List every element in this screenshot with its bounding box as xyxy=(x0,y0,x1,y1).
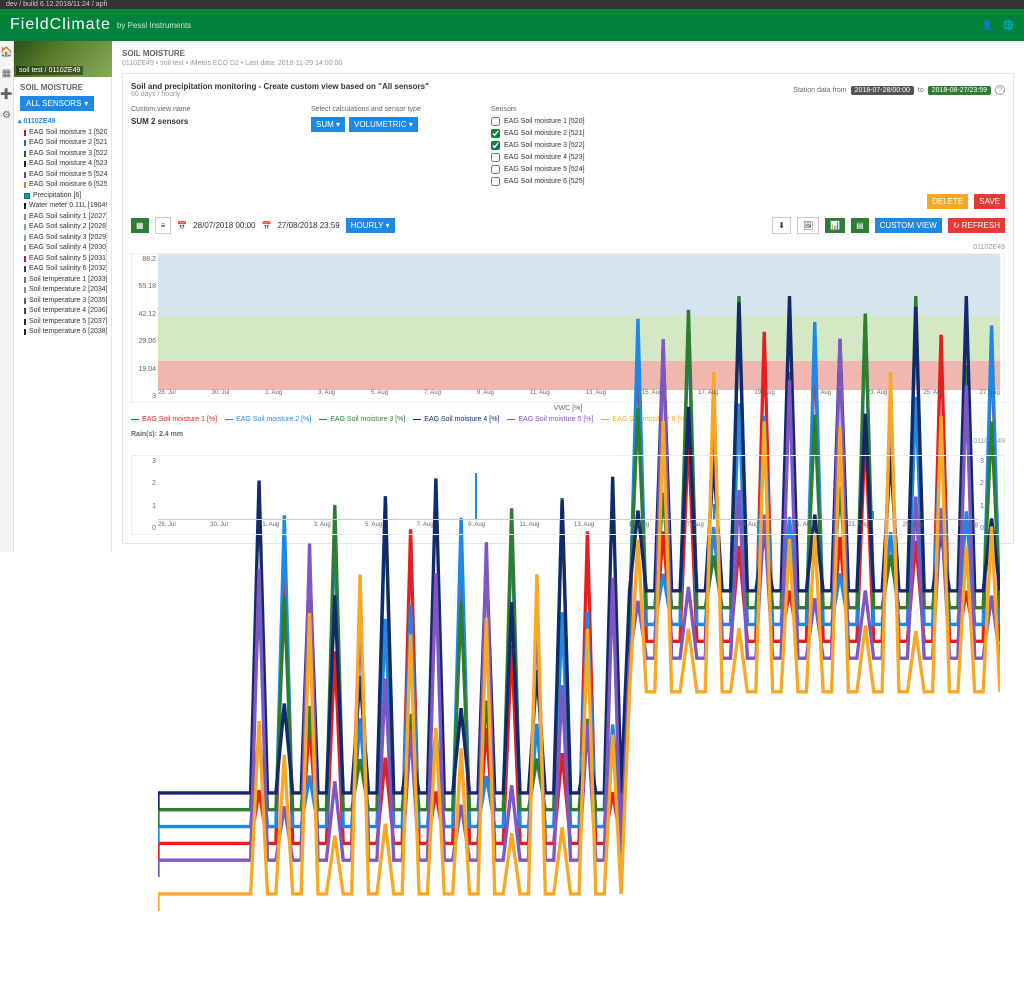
date-to[interactable]: 27/08/2018 23:59 xyxy=(277,221,339,230)
add-icon[interactable]: ➕ xyxy=(0,89,12,100)
date-from-badge[interactable]: 2018-07-28/00:00 xyxy=(851,86,914,95)
tree-item[interactable]: EAG Soil salinity 5 [2031] xyxy=(24,254,107,265)
settings-icon[interactable]: ⚙ xyxy=(2,110,11,121)
save-button[interactable]: SAVE xyxy=(974,194,1005,209)
topbar: FieldClimate by Pessl Instruments 👤 🌐 xyxy=(0,9,1024,41)
sensor-check[interactable]: EAG Soil moisture 4 [523] xyxy=(491,153,631,162)
date-from[interactable]: 28/07/2018 00:00 xyxy=(193,221,255,230)
sensor-check[interactable]: EAG Soil moisture 2 [521] xyxy=(491,129,631,138)
dashboard-icon[interactable]: ▦ xyxy=(2,68,11,79)
sensor-tree: ▴ 0110ZE49 EAG Soil moisture 1 [520]EAG … xyxy=(14,117,111,348)
main: SOIL MOISTURE 0110ZE49 • soil test • iMe… xyxy=(112,41,1024,552)
x-axis: 28. Jul30. Jul1. Aug3. Aug5. Aug7. Aug9.… xyxy=(158,390,1000,402)
tree-item[interactable]: EAG Soil moisture 3 [522] xyxy=(24,149,107,160)
name-label: Custom view name xyxy=(131,106,271,113)
tree-item[interactable]: EAG Soil moisture 4 [523] xyxy=(24,159,107,170)
panel-sub: 60 days / hourly xyxy=(131,91,429,98)
sensor-check[interactable]: EAG Soil moisture 5 [524] xyxy=(491,165,631,174)
brand-logo: FieldClimate xyxy=(10,16,111,34)
user-icon[interactable]: 👤 xyxy=(982,20,993,31)
page-title: SOIL MOISTURE 0110ZE49 • soil test • iMe… xyxy=(122,49,1014,67)
tree-item[interactable]: Soil temperature 5 [2037] xyxy=(24,317,107,328)
grid-icon[interactable]: ▦ xyxy=(131,218,149,233)
calc-label: Select calculations and sensor type xyxy=(311,106,451,113)
rain-y-left: 3210 xyxy=(134,456,156,534)
page-subtitle: 0110ZE49 • soil test • iMetos ECO D2 • L… xyxy=(122,60,342,67)
calendar-icon: 📅 xyxy=(177,221,187,230)
tree-item[interactable]: EAG Soil moisture 2 [521] xyxy=(24,138,107,149)
tree-item[interactable]: EAG Soil salinity 3 [2029] xyxy=(24,233,107,244)
tree-item[interactable]: Soil temperature 1 [2033] xyxy=(24,275,107,286)
refresh-button[interactable]: ↻ REFRESH xyxy=(948,218,1005,233)
tree-item[interactable]: Water meter 0.11L [19049] xyxy=(24,201,107,212)
nav-rail: 🏠 ▦ ➕ ⚙ xyxy=(0,41,14,552)
chart-toolbar: ▦ ≡ 📅 28/07/2018 00:00 📅 27/08/2018 23:5… xyxy=(131,217,1005,234)
tree-item[interactable]: EAG Soil salinity 1 [2027] xyxy=(24,212,107,223)
tree-item[interactable]: EAG Soil salinity 6 [2032] xyxy=(24,264,107,275)
help-icon[interactable]: ? xyxy=(995,85,1005,95)
sensor-check[interactable]: EAG Soil moisture 6 [525] xyxy=(491,177,631,186)
main-chart: 0110ZE49 88.255.1842.1229.0619.043 28. J… xyxy=(131,244,1005,423)
version-strip: dev / build 6.12.2018/11:24 / apfi xyxy=(0,0,1024,9)
rain-chart: 3210 3210 28. Jul30. Jul1. Aug3. Aug5. A… xyxy=(131,455,1005,535)
rain-x-axis: 28. Jul30. Jul1. Aug3. Aug5. Aug7. Aug9.… xyxy=(158,522,978,534)
config-panel: Soil and precipitation monitoring - Crea… xyxy=(122,73,1014,544)
station-thumb-label: soil test / 0110ZE49 xyxy=(16,66,83,75)
sidebar-title: SOIL MOISTURE xyxy=(14,77,111,96)
sidebar: soil test / 0110ZE49 SOIL MOISTURE ALL S… xyxy=(14,41,112,552)
brand-sub: by Pessl Instruments xyxy=(117,21,191,30)
rain-bars xyxy=(158,462,978,520)
volumetric-button[interactable]: VOLUMETRIC ▾ xyxy=(349,117,418,132)
home-icon[interactable]: 🏠 xyxy=(0,47,12,58)
date-to-badge[interactable]: 2018-08-27/23:59 xyxy=(928,86,991,95)
sum-button[interactable]: SUM ▾ xyxy=(311,117,345,132)
all-sensors-button[interactable]: ALL SENSORS ▾ xyxy=(20,96,94,111)
sensor-check[interactable]: EAG Soil moisture 3 [522] xyxy=(491,141,631,150)
download-icon[interactable]: ⬇ xyxy=(772,217,791,234)
chart-lines xyxy=(158,254,1000,1002)
calendar-icon: 📅 xyxy=(261,221,271,230)
tree-item[interactable]: Soil temperature 4 [2036] xyxy=(24,306,107,317)
delete-button[interactable]: DELETE xyxy=(927,194,968,209)
name-value: SUM 2 sensors xyxy=(131,117,271,126)
tree-item[interactable]: EAG Soil moisture 1 [520] xyxy=(24,128,107,139)
panel-title: Soil and precipitation monitoring - Crea… xyxy=(131,82,429,91)
tree-item[interactable]: Soil temperature 6 [2038] xyxy=(24,327,107,338)
image-icon[interactable]: 🖼 xyxy=(797,217,819,234)
tree-item[interactable]: EAG Soil salinity 2 [2028] xyxy=(24,222,107,233)
tree-item[interactable]: Soil temperature 2 [2034] xyxy=(24,285,107,296)
rain-y-right: 3210 xyxy=(980,456,1002,534)
tree-root[interactable]: ▴ 0110ZE49 xyxy=(18,117,107,128)
globe-icon[interactable]: 🌐 xyxy=(1003,20,1014,31)
tree-item[interactable]: EAG Soil moisture 5 [524] xyxy=(24,170,107,181)
tree-item[interactable]: Precipitation [6] xyxy=(24,191,107,202)
custom-view-button[interactable]: CUSTOM VIEW xyxy=(875,218,942,233)
sensors-label: Sensors xyxy=(491,106,631,113)
tree-item[interactable]: EAG Soil moisture 6 [525] xyxy=(24,180,107,191)
chart-station-id: 0110ZE49 xyxy=(131,244,1005,251)
station-from-label: Station data from xyxy=(793,87,846,94)
y-axis: 88.255.1842.1229.0619.043 xyxy=(134,254,156,402)
sensor-check[interactable]: EAG Soil moisture 1 [520] xyxy=(491,117,631,126)
list-icon[interactable]: ≡ xyxy=(155,217,172,234)
chart-icon[interactable]: 📊 xyxy=(825,218,845,233)
station-thumb[interactable]: soil test / 0110ZE49 xyxy=(14,41,112,77)
tree-item[interactable]: Soil temperature 3 [2035] xyxy=(24,296,107,307)
frequency-button[interactable]: HOURLY ▾ xyxy=(346,218,395,233)
table-icon[interactable]: ▤ xyxy=(851,218,869,233)
tree-item[interactable]: EAG Soil salinity 4 [2030] xyxy=(24,243,107,254)
